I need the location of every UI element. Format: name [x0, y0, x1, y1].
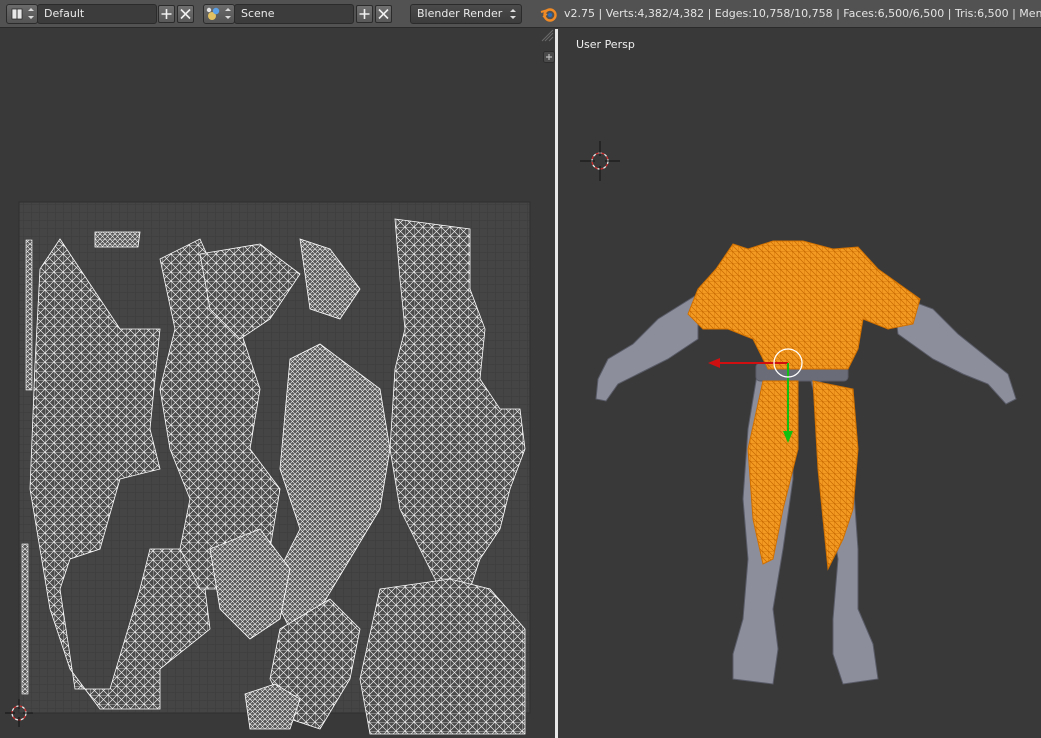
info-header: Default Scene Blender Render v2.75 | Ver…	[0, 0, 1041, 28]
torso-selected	[687, 240, 921, 370]
render-engine-select[interactable]: Blender Render	[410, 4, 522, 24]
delete-scene-button[interactable]	[375, 5, 392, 23]
plus-icon	[359, 9, 370, 19]
x-axis-arrow	[708, 358, 720, 368]
render-engine-label: Blender Render	[417, 7, 503, 20]
scene-icon	[206, 7, 231, 20]
left-arm	[595, 293, 699, 402]
selected-mesh[interactable]	[687, 240, 921, 571]
delete-screen-button[interactable]	[177, 5, 194, 23]
screen-layout-menu-button[interactable]	[6, 4, 38, 24]
uv-editor-canvas[interactable]	[0, 29, 555, 738]
plus-icon	[161, 9, 172, 19]
screen-layout-icon	[11, 8, 34, 20]
scene-menu-button[interactable]	[203, 4, 235, 24]
uv-island-top-strip	[94, 231, 141, 248]
uv-image-editor[interactable]	[0, 29, 555, 738]
add-screen-button[interactable]	[158, 5, 175, 23]
screen-layout-field[interactable]: Default	[37, 4, 157, 24]
add-scene-button[interactable]	[356, 5, 373, 23]
blender-logo-icon	[540, 8, 557, 22]
3d-cursor-icon	[580, 141, 620, 181]
uv-island-lower-right	[359, 578, 526, 735]
scene-field[interactable]: Scene	[234, 4, 354, 24]
properties-toggle-icon[interactable]	[543, 51, 555, 63]
3d-viewport[interactable]: User Persp	[558, 29, 1041, 738]
close-icon	[180, 8, 191, 20]
scene-statistics: v2.75 | Verts:4,382/4,382 | Edges:10,758…	[564, 7, 1041, 20]
uv-island-strip-bottom	[21, 543, 29, 695]
updown-arrows-icon	[510, 9, 516, 19]
uv-island-strip-top	[25, 239, 33, 391]
viewport-view-label: User Persp	[576, 38, 635, 51]
area-split-corner-icon[interactable]	[541, 29, 555, 43]
viewport-canvas[interactable]	[558, 29, 1041, 738]
close-icon	[378, 8, 389, 20]
